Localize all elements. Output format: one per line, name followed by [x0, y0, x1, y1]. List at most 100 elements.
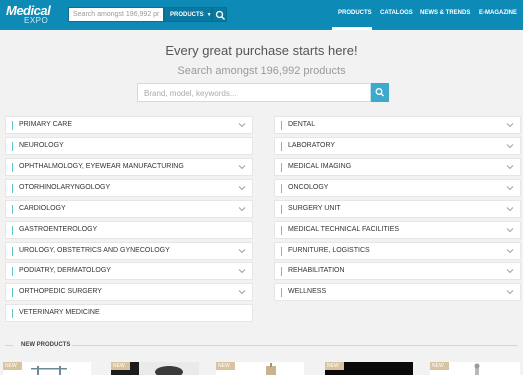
category-oncology[interactable]: ONCOLOGY: [274, 179, 521, 197]
hero-search-input[interactable]: Brand, model, keywords...: [137, 83, 371, 102]
category-gastroenterology[interactable]: GASTROENTEROLOGY: [5, 221, 253, 239]
chevron-down-icon: [238, 290, 246, 295]
category-label: PODIATRY, DERMATOLOGY: [19, 267, 111, 274]
category-accent-bar: [12, 142, 13, 151]
category-label: CARDIOLOGY: [19, 205, 66, 212]
category-neurology[interactable]: NEUROLOGY: [5, 137, 253, 155]
category-label: LABORATORY: [288, 142, 336, 149]
chevron-down-icon: [506, 144, 514, 149]
section-divider: [72, 345, 518, 346]
category-wellness[interactable]: WELLNESS: [274, 283, 521, 301]
category-accent-bar: [281, 288, 282, 297]
category-surgery-unit[interactable]: SURGERY UNIT: [274, 200, 521, 218]
new-product-card[interactable]: NEW: [216, 362, 304, 375]
chevron-down-icon: [506, 207, 514, 212]
chevron-down-icon: [506, 290, 514, 295]
search-icon: [215, 10, 225, 20]
category-label: REHABILITATION: [288, 267, 345, 274]
hero-title: Every great purchase starts here!: [165, 43, 358, 58]
product-image: [266, 363, 276, 375]
category-accent-bar: [12, 163, 13, 172]
category-accent-bar: [12, 267, 13, 276]
product-image: [31, 366, 67, 375]
section-divider: [5, 345, 13, 346]
search-icon: [375, 88, 384, 97]
category-label: WELLNESS: [288, 288, 327, 295]
category-accent-bar: [281, 226, 282, 235]
category-ophthalmology[interactable]: OPHTHALMOLOGY, EYEWEAR MANUFACTURING: [5, 158, 253, 176]
chevron-down-icon: [238, 165, 246, 170]
chevron-down-icon: [506, 165, 514, 170]
new-product-card[interactable]: NEW: [111, 362, 199, 375]
nav-active-indicator: [332, 27, 372, 30]
nav-catalogs[interactable]: CATALOGS: [380, 10, 413, 16]
category-accent-bar: [12, 247, 13, 256]
category-accent-bar: [12, 184, 13, 193]
category-label: OPHTHALMOLOGY, EYEWEAR MANUFACTURING: [19, 163, 184, 170]
hero-search-button[interactable]: [371, 83, 389, 102]
new-product-card[interactable]: NEW: [430, 362, 520, 375]
chevron-down-icon: [506, 123, 514, 128]
new-products-heading: NEW PRODUCTS: [21, 342, 71, 348]
category-label: DENTAL: [288, 121, 316, 128]
top-header: Medical EXPO Search amongst 196,992 pr P…: [0, 0, 523, 30]
category-label: MEDICAL TECHNICAL FACILITIES: [288, 226, 399, 233]
product-image: [139, 362, 199, 375]
category-accent-bar: [12, 288, 13, 297]
chevron-down-icon: [238, 269, 246, 274]
category-furniture-logistics[interactable]: FURNITURE, LOGISTICS: [274, 242, 521, 260]
category-primary-care[interactable]: PRIMARY CARE: [5, 116, 253, 134]
category-dental[interactable]: DENTAL: [274, 116, 521, 134]
category-accent-bar: [281, 184, 282, 193]
new-product-card[interactable]: NEW: [325, 362, 413, 375]
chevron-down-icon: [506, 269, 514, 274]
chevron-down-icon: [506, 249, 514, 254]
chevron-down-icon: [506, 228, 514, 233]
search-scope-select[interactable]: PRODUCTS ▼: [164, 7, 212, 22]
category-accent-bar: [281, 163, 282, 172]
category-label: ONCOLOGY: [288, 184, 329, 191]
new-product-card[interactable]: NEW: [3, 362, 91, 375]
category-accent-bar: [12, 226, 13, 235]
category-orthopedic-surgery[interactable]: ORTHOPEDIC SURGERY: [5, 283, 253, 301]
search-scope-label: PRODUCTS: [170, 12, 204, 18]
category-otorhinolaryngology[interactable]: OTORHINOLARYNGOLOGY: [5, 179, 253, 197]
category-accent-bar: [281, 205, 282, 214]
category-accent-bar: [281, 121, 282, 130]
category-label: FURNITURE, LOGISTICS: [288, 247, 370, 254]
header-search-button[interactable]: [212, 7, 227, 22]
chevron-down-icon: [238, 207, 246, 212]
category-label: SURGERY UNIT: [288, 205, 341, 212]
category-label: UROLOGY, OBSTETRICS AND GYNECOLOGY: [19, 247, 170, 254]
chevron-down-icon: [506, 186, 514, 191]
category-label: OTORHINOLARYNGOLOGY: [19, 184, 111, 191]
category-rehabilitation[interactable]: REHABILITATION: [274, 262, 521, 280]
category-accent-bar: [12, 121, 13, 130]
category-cardiology[interactable]: CARDIOLOGY: [5, 200, 253, 218]
hero-subtitle: Search amongst 196,992 products: [177, 65, 346, 77]
caret-down-icon: ▼: [206, 12, 212, 18]
category-veterinary-medicine[interactable]: VETERINARY MEDICINE: [5, 304, 253, 322]
category-accent-bar: [281, 247, 282, 256]
category-label: PRIMARY CARE: [19, 121, 73, 128]
header-search-input[interactable]: Search amongst 196,992 pr: [68, 7, 164, 22]
category-laboratory[interactable]: LABORATORY: [274, 137, 521, 155]
category-label: MEDICAL IMAGING: [288, 163, 352, 170]
nav-products[interactable]: PRODUCTS: [338, 10, 372, 16]
category-medical-technical-facilities[interactable]: MEDICAL TECHNICAL FACILITIES: [274, 221, 521, 239]
nav-e-magazine[interactable]: E-MAGAZINE: [479, 10, 517, 16]
category-urology[interactable]: UROLOGY, OBSTETRICS AND GYNECOLOGY: [5, 242, 253, 260]
category-accent-bar: [281, 142, 282, 151]
chevron-down-icon: [238, 249, 246, 254]
category-accent-bar: [281, 267, 282, 276]
category-label: ORTHOPEDIC SURGERY: [19, 288, 102, 295]
product-image: [474, 363, 480, 375]
category-medical-imaging[interactable]: MEDICAL IMAGING: [274, 158, 521, 176]
category-label: GASTROENTEROLOGY: [19, 226, 98, 233]
medicalexpo-logo[interactable]: Medical EXPO: [6, 3, 51, 27]
category-podiatry[interactable]: PODIATRY, DERMATOLOGY: [5, 262, 253, 280]
nav-news-trends[interactable]: NEWS & TRENDS: [420, 10, 470, 16]
category-accent-bar: [12, 205, 13, 214]
chevron-down-icon: [238, 186, 246, 191]
new-badge: NEW: [325, 362, 344, 370]
